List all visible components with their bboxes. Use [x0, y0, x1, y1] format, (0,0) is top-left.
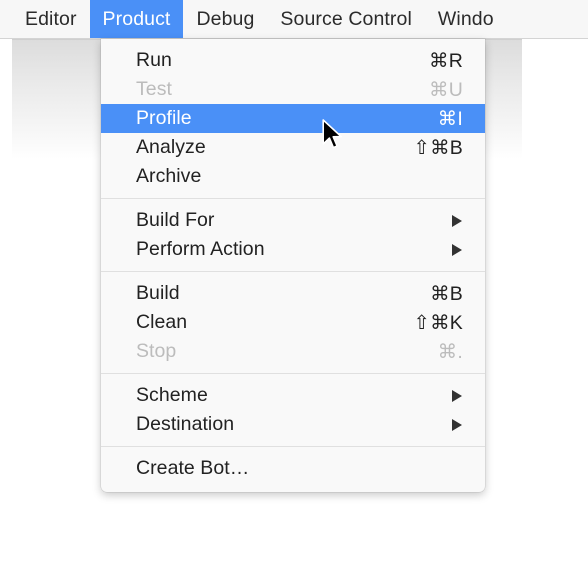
menu-item-scheme[interactable]: Scheme — [101, 381, 485, 410]
menu-item-label: Build — [136, 282, 180, 304]
menu-item-label: Destination — [136, 413, 235, 435]
menu-item-create-bot[interactable]: Create Bot… — [101, 454, 485, 483]
menu-item-build-for[interactable]: Build For — [101, 206, 485, 235]
menu-item-label: Build For — [136, 209, 215, 231]
menubar-item-debug[interactable]: Debug — [183, 0, 267, 38]
chevron-right-icon — [452, 418, 462, 431]
menu-item-shortcut: ⌘I — [437, 107, 463, 130]
chevron-right-icon — [452, 243, 462, 256]
menu-item-label: Run — [136, 49, 172, 71]
menu-item-label: Scheme — [136, 384, 208, 406]
chevron-right-icon — [452, 389, 462, 402]
screen: Editor Product Debug Source Control Windo Ru… — [0, 0, 588, 573]
menubar-item-product[interactable]: Product — [89, 0, 184, 38]
menu-item-shortcut: ⇧⌘K — [413, 311, 463, 334]
menu-item-build[interactable]: Build ⌘B — [101, 279, 485, 308]
menu-item-run[interactable]: Run ⌘R — [101, 46, 485, 75]
menu-item-label: Test — [136, 78, 172, 100]
menu-item-perform-action[interactable]: Perform Action — [101, 235, 485, 264]
product-menu-dropdown: Run ⌘R Test ⌘U Profile ⌘I Analyze ⇧⌘B Archive Bui… — [101, 39, 485, 492]
menu-item-analyze[interactable]: Analyze ⇧⌘B — [101, 133, 485, 162]
menubar-item-editor[interactable]: Editor — [12, 0, 90, 38]
chevron-right-icon — [452, 214, 462, 227]
menu-item-shortcut: ⌘. — [437, 340, 463, 363]
menu-item-label: Profile — [136, 107, 192, 129]
menu-bar: Editor Product Debug Source Control Windo — [0, 0, 588, 39]
menu-item-shortcut: ⌘U — [429, 78, 463, 101]
menu-item-shortcut: ⌘R — [429, 49, 463, 72]
menu-item-label: Archive — [136, 165, 202, 187]
menu-item-shortcut: ⌘B — [430, 282, 463, 305]
menu-separator — [101, 373, 485, 374]
menu-item-archive[interactable]: Archive — [101, 162, 485, 191]
menu-item-label: Perform Action — [136, 238, 265, 260]
menu-item-label: Create Bot… — [136, 457, 250, 479]
menu-separator — [101, 446, 485, 447]
menu-item-clean[interactable]: Clean ⇧⌘K — [101, 308, 485, 337]
menu-item-test: Test ⌘U — [101, 75, 485, 104]
menu-separator — [101, 198, 485, 199]
menu-separator — [101, 271, 485, 272]
menu-item-destination[interactable]: Destination — [101, 410, 485, 439]
menu-item-label: Analyze — [136, 136, 206, 158]
menubar-item-windo[interactable]: Windo — [425, 0, 507, 38]
menu-item-label: Clean — [136, 311, 188, 333]
menu-item-label: Stop — [136, 340, 177, 362]
menubar-item-source-control[interactable]: Source Control — [267, 0, 424, 38]
menu-item-shortcut: ⇧⌘B — [413, 136, 463, 159]
menu-item-profile[interactable]: Profile ⌘I — [101, 104, 485, 133]
menu-item-stop: Stop ⌘. — [101, 337, 485, 366]
